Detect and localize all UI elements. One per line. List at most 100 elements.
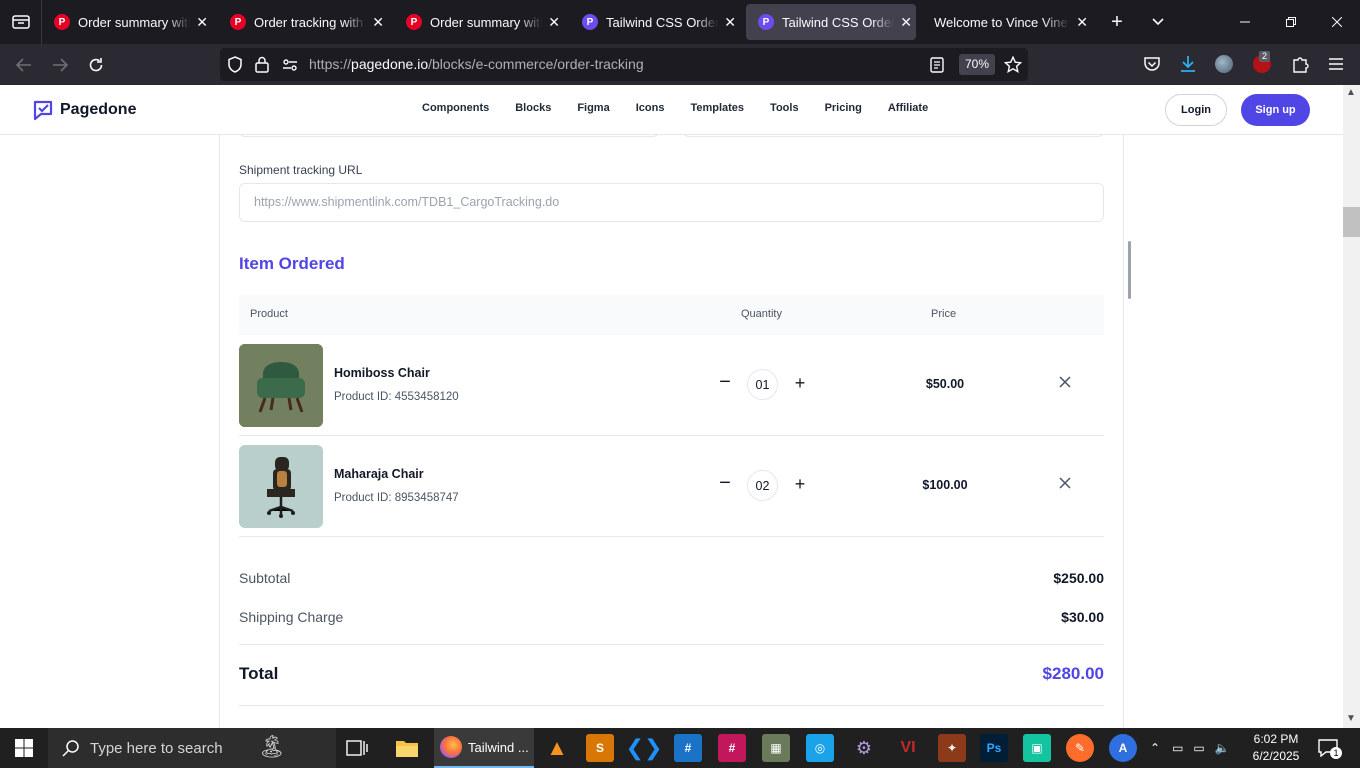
firefox-taskbar-button[interactable]: Tailwind ... bbox=[434, 728, 534, 768]
tab-title: Welcome to Vince Vineyar bbox=[934, 14, 1070, 30]
chevron-up-icon[interactable]: ⌃ bbox=[1150, 741, 1160, 755]
decrease-quantity-button[interactable]: − bbox=[717, 372, 733, 392]
network-icon[interactable]: ▭ bbox=[1193, 741, 1204, 755]
total-label: Total bbox=[239, 664, 279, 683]
app-icon-9[interactable]: ✎ bbox=[1066, 734, 1094, 762]
minimize-button[interactable] bbox=[1222, 0, 1268, 44]
scroll-down-arrow-icon[interactable]: ▼ bbox=[1346, 713, 1356, 724]
clock-date: 6/2/2025 bbox=[1252, 749, 1300, 763]
app-icon-5[interactable]: ⚙ bbox=[850, 734, 878, 762]
quantity-value[interactable]: 01 bbox=[747, 369, 778, 400]
extensions-puzzle-icon[interactable] bbox=[1292, 55, 1309, 73]
task-view-icon[interactable] bbox=[346, 738, 368, 763]
taskbar-search-box[interactable]: Type here to search 🏝 bbox=[48, 728, 336, 768]
app-icon-10[interactable]: A bbox=[1109, 734, 1137, 762]
reload-button[interactable] bbox=[78, 44, 114, 85]
account-avatar-icon[interactable] bbox=[1215, 55, 1233, 73]
signup-button[interactable]: Sign up bbox=[1241, 94, 1310, 126]
menu-templates[interactable]: Templates bbox=[690, 102, 744, 114]
meet-now-icon[interactable]: ▭ bbox=[1172, 741, 1183, 755]
arrow-right-icon bbox=[53, 57, 68, 72]
hamburger-menu-icon[interactable] bbox=[1328, 57, 1344, 71]
app-icon-7[interactable]: ✦ bbox=[938, 734, 966, 762]
input-field-partial[interactable] bbox=[239, 135, 659, 137]
menu-affiliate[interactable]: Affiliate bbox=[888, 102, 928, 114]
restore-icon bbox=[1286, 17, 1296, 27]
quantity-value[interactable]: 02 bbox=[747, 470, 778, 501]
tab-close-icon[interactable]: ✕ bbox=[196, 14, 208, 31]
browser-tab-5-active[interactable]: P Tailwind CSS Order Tra ✕ bbox=[746, 0, 922, 44]
divider bbox=[239, 644, 1104, 645]
reader-view-icon[interactable] bbox=[930, 57, 944, 73]
notification-center-icon[interactable]: 1 bbox=[1318, 739, 1342, 762]
sublime-text-icon[interactable]: S bbox=[586, 734, 614, 762]
browser-tab-6[interactable]: Welcome to Vince Vineyar ✕ bbox=[922, 0, 1098, 44]
start-button[interactable] bbox=[0, 728, 48, 768]
system-tray: ⌃ ▭ ▭ 🔈 bbox=[1150, 728, 1230, 768]
tab-title: Order summary with cl bbox=[430, 14, 542, 30]
forward-button[interactable] bbox=[42, 44, 78, 85]
vlc-icon[interactable]: ▲ bbox=[543, 734, 571, 762]
browser-tab-1[interactable]: P Order summary with di ✕ bbox=[42, 0, 218, 44]
volume-icon[interactable]: 🔈 bbox=[1215, 741, 1230, 755]
scroll-up-arrow-icon[interactable]: ▲ bbox=[1346, 87, 1356, 98]
file-explorer-icon[interactable] bbox=[393, 734, 421, 762]
input-field-partial[interactable] bbox=[683, 135, 1104, 137]
tab-close-icon[interactable]: ✕ bbox=[900, 14, 912, 31]
address-bar[interactable]: https://pagedone.io/blocks/e-commerce/or… bbox=[220, 48, 1028, 81]
photoshop-icon[interactable]: Ps bbox=[980, 734, 1008, 762]
app-icon-4[interactable]: ◎ bbox=[806, 734, 834, 762]
product-image-homiboss-chair[interactable] bbox=[239, 344, 323, 427]
page-scrollbar[interactable]: ▲ ▼ bbox=[1343, 85, 1360, 728]
menu-components[interactable]: Components bbox=[422, 102, 489, 114]
total-value: $280.00 bbox=[1042, 664, 1104, 683]
product-name[interactable]: Maharaja Chair bbox=[334, 467, 424, 481]
tab-close-icon[interactable]: ✕ bbox=[548, 14, 560, 31]
browser-navigation-bar: https://pagedone.io/blocks/e-commerce/or… bbox=[0, 44, 1360, 85]
app-icon-3[interactable]: ▦ bbox=[762, 734, 790, 762]
firefox-view-button[interactable] bbox=[0, 0, 42, 44]
increase-quantity-button[interactable]: + bbox=[792, 475, 808, 493]
list-all-tabs-button[interactable] bbox=[1136, 0, 1180, 44]
bookmark-star-icon[interactable] bbox=[1004, 56, 1022, 73]
product-name[interactable]: Homiboss Chair bbox=[334, 366, 430, 380]
product-image-maharaja-chair[interactable] bbox=[239, 445, 323, 528]
menu-figma[interactable]: Figma bbox=[577, 102, 609, 114]
brand-logo[interactable]: Pagedone bbox=[32, 99, 136, 121]
brand-name: Pagedone bbox=[60, 101, 137, 118]
decrease-quantity-button[interactable]: − bbox=[717, 473, 733, 493]
increase-quantity-button[interactable]: + bbox=[792, 374, 808, 392]
browser-tab-strip: P Order summary with di ✕ P Order tracki… bbox=[0, 0, 1360, 44]
app-icon-8[interactable]: ▣ bbox=[1023, 734, 1051, 762]
close-window-button[interactable] bbox=[1314, 0, 1360, 44]
app-icon-6[interactable]: VI bbox=[894, 734, 922, 762]
app-icon-2[interactable]: # bbox=[718, 734, 746, 762]
tab-close-icon[interactable]: ✕ bbox=[724, 14, 736, 31]
browser-tab-2[interactable]: P Order tracking with ma ✕ bbox=[218, 0, 394, 44]
taskbar-clock[interactable]: 6:02 PM 6/2/2025 bbox=[1250, 731, 1302, 765]
menu-icons[interactable]: Icons bbox=[636, 102, 665, 114]
app-icon-1[interactable]: # bbox=[674, 734, 702, 762]
minus-icon: − bbox=[719, 371, 731, 393]
pocket-icon[interactable] bbox=[1143, 56, 1161, 72]
remove-item-button[interactable] bbox=[1059, 375, 1075, 391]
remove-item-button[interactable] bbox=[1059, 476, 1075, 492]
tab-close-icon[interactable]: ✕ bbox=[1076, 14, 1088, 31]
tracking-url-input[interactable]: https://www.shipmentlink.com/TDB1_CargoT… bbox=[239, 183, 1104, 222]
inner-scrollbar-thumb[interactable] bbox=[1128, 241, 1131, 299]
menu-blocks[interactable]: Blocks bbox=[515, 102, 551, 114]
downloads-icon[interactable] bbox=[1179, 55, 1197, 73]
vscode-icon[interactable]: ❮❯ bbox=[626, 734, 663, 762]
tab-close-icon[interactable]: ✕ bbox=[372, 14, 384, 31]
beach-hammock-icon: 🏝 bbox=[258, 734, 286, 759]
menu-tools[interactable]: Tools bbox=[770, 102, 799, 114]
login-button[interactable]: Login bbox=[1165, 94, 1227, 126]
scrollbar-thumb[interactable] bbox=[1343, 207, 1360, 237]
zoom-level-button[interactable]: 70% bbox=[959, 54, 996, 75]
restore-button[interactable] bbox=[1268, 0, 1314, 44]
new-tab-button[interactable]: + bbox=[1098, 0, 1136, 44]
browser-tab-3[interactable]: P Order summary with cl ✕ bbox=[394, 0, 570, 44]
back-button[interactable] bbox=[6, 44, 42, 85]
browser-tab-4[interactable]: P Tailwind CSS Order Sur ✕ bbox=[570, 0, 746, 44]
menu-pricing[interactable]: Pricing bbox=[825, 102, 862, 114]
